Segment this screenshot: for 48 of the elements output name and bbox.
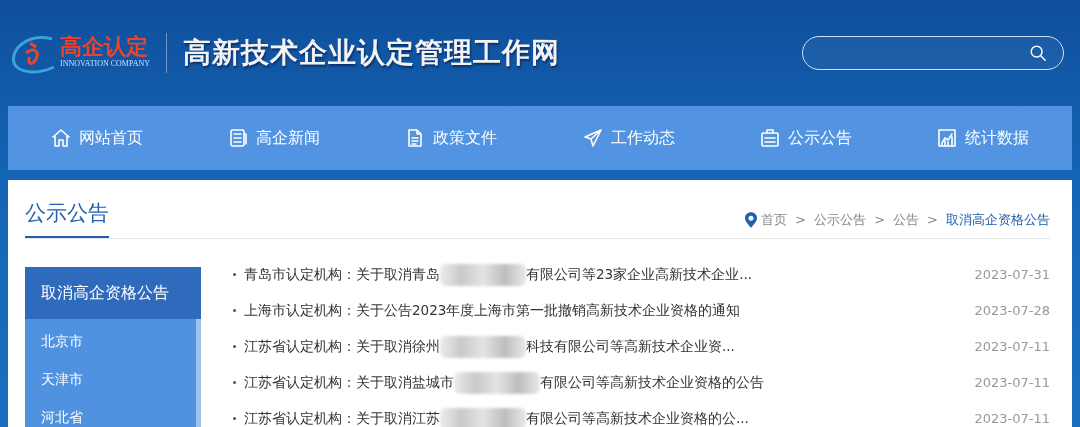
bullet-dot [233, 417, 236, 420]
location-pin-icon [745, 211, 758, 228]
notice-date: 2023-07-28 [974, 301, 1050, 320]
logo-text: 高企认定 [60, 36, 149, 58]
chart-icon [937, 128, 958, 148]
breadcrumb-separator: > [794, 211, 808, 229]
notice-title[interactable]: 有限公司等高新技术企业资格的公... [526, 408, 749, 427]
breadcrumb-separator: > [926, 211, 939, 229]
search-icon [1029, 44, 1047, 62]
nav-item[interactable]: 网站首页 [34, 118, 159, 158]
newspaper-icon [228, 128, 248, 148]
breadcrumb-link[interactable]: 首页 [761, 210, 788, 230]
bullet-dot [233, 273, 236, 276]
breadcrumb-link[interactable]: 公告 [893, 210, 920, 230]
notice-date: 2023-07-11 [974, 409, 1050, 427]
breadcrumb-link[interactable]: 取消高企资格公告 [946, 210, 1050, 230]
sidebar-item[interactable]: 北京市 [25, 322, 196, 361]
nav-item[interactable]: 统计数据 [921, 118, 1046, 158]
notice-title[interactable]: 有限公司等高新技术企业资格的公告 [540, 372, 764, 393]
notice-date: 2023-07-11 [974, 337, 1050, 356]
sidebar-item[interactable]: 天津市 [25, 360, 196, 399]
bullet-dot [233, 381, 236, 384]
site-title: 高新技术企业认定管理工作网 [183, 35, 560, 71]
search-field[interactable] [802, 36, 1064, 70]
notice-title[interactable]: 科技有限公司等高新技术企业资... [526, 336, 735, 357]
nav-item[interactable]: 工作动态 [566, 118, 691, 158]
notice-title[interactable]: 江苏省认定机构：关于取消盐城市 [244, 372, 454, 393]
section-title: 公示公告 [25, 198, 109, 238]
notice-title[interactable]: 有限公司等23家企业高新技术企业... [526, 264, 753, 285]
house-icon [50, 128, 71, 148]
paper-plane-icon [582, 128, 603, 148]
logo-subtext: INNOVATION COMPANY [60, 58, 150, 70]
nav-item[interactable]: 高企新闻 [212, 118, 336, 158]
bullet-dot [233, 345, 236, 348]
nav-item[interactable]: 政策文件 [389, 118, 514, 158]
notice-title[interactable]: 上海市认定机构：关于公告2023年度上海市第一批撤销高新技术企业资格的通知 [244, 300, 741, 321]
briefcase-icon [759, 128, 780, 148]
breadcrumb-link[interactable]: 公示公告 [814, 210, 867, 230]
breadcrumb-separator: > [873, 211, 887, 229]
notice-date: 2023-07-31 [974, 265, 1050, 284]
notice-title[interactable]: 江苏省认定机构：关于取消徐州 [244, 336, 440, 357]
sidebar-title: 取消高企资格公告 [25, 266, 201, 319]
bullet-dot [233, 309, 236, 312]
nav-item[interactable]: 公示公告 [743, 118, 868, 158]
notice-date: 2023-07-11 [974, 373, 1050, 392]
sidebar-item[interactable]: 河北省 [25, 398, 196, 427]
notice-title[interactable]: 青岛市认定机构：关于取消青岛 [244, 264, 440, 285]
notice-title[interactable]: 江苏省认定机构：关于取消江苏 [244, 408, 440, 427]
